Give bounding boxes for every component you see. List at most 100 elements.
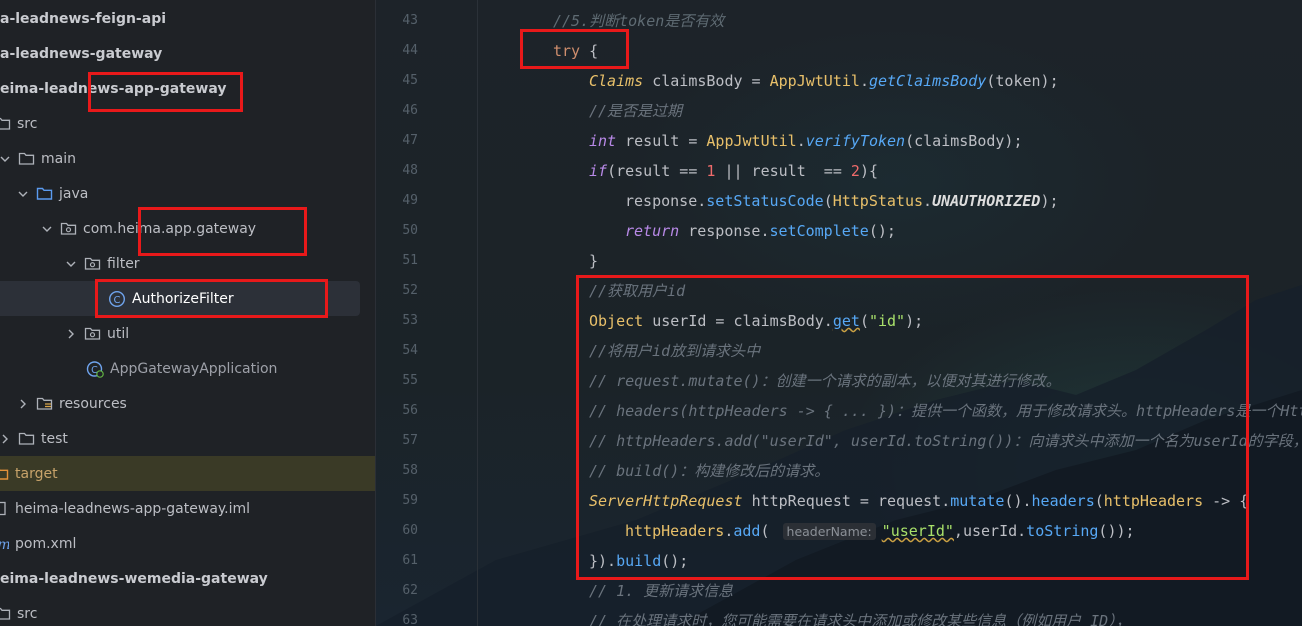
tree-item-package-gateway[interactable]: com.heima.app.gateway xyxy=(0,211,375,246)
spring-app-icon: C xyxy=(86,360,104,378)
tree-item-feign-api[interactable]: a-leadnews-feign-api xyxy=(0,1,375,36)
code-text: // headers(httpHeaders -> { ... })：提供一个函… xyxy=(589,396,1302,426)
code-token: ( xyxy=(823,192,833,210)
code-line[interactable]: 45 Claims claimsBody = AppJwtUtil.getClai… xyxy=(376,66,1302,96)
code-text: //将用户id放到请求头中 xyxy=(589,336,760,366)
code-token: toString xyxy=(1026,522,1099,540)
tree-item-label: a-leadnews-gateway xyxy=(0,45,163,62)
code-line[interactable]: 53 Object userId = claimsBody.get("id"); xyxy=(376,306,1302,336)
chevron-down-icon[interactable] xyxy=(40,222,54,236)
code-line[interactable]: 55 // request.mutate()：创建一个请求的副本，以便对其进行修改… xyxy=(376,366,1302,396)
line-number: 57 xyxy=(402,433,418,448)
folder-icon xyxy=(18,152,35,165)
code-text: //是否是过期 xyxy=(589,96,682,126)
code-token: AppJwtUtil xyxy=(706,132,797,150)
code-line[interactable]: 52 //获取用户id xyxy=(376,276,1302,306)
source-folder-icon xyxy=(36,187,53,200)
code-line[interactable]: 58 // build()：构建修改后的请求。 xyxy=(376,456,1302,486)
tree-item-app-gateway[interactable]: eima-leadnews-app-gateway xyxy=(0,71,375,106)
code-token: UNAUTHORIZED xyxy=(932,192,1041,210)
code-token: httpHeaders xyxy=(1103,492,1204,510)
chevron-down-icon[interactable] xyxy=(16,187,30,201)
code-text: // 1. 更新请求信息 xyxy=(589,576,733,606)
tree-item-label: target xyxy=(15,465,58,482)
code-line[interactable]: 57 // httpHeaders.add("userId", userId.to… xyxy=(376,426,1302,456)
resources-folder-icon xyxy=(36,397,53,410)
code-token: AppJwtUtil xyxy=(769,72,860,90)
tree-item-label: resources xyxy=(59,395,127,412)
code-text: try { xyxy=(553,36,598,66)
tree-item-authorize-filter[interactable]: C AuthorizeFilter xyxy=(0,281,360,316)
code-line[interactable]: 46 //是否是过期 xyxy=(376,96,1302,126)
code-text: httpHeaders.add( headerName: "userId",use… xyxy=(625,516,1135,547)
code-token: (result == xyxy=(607,162,707,180)
line-number: 52 xyxy=(402,283,418,298)
tree-item-gateway[interactable]: a-leadnews-gateway xyxy=(0,36,375,71)
code-token: int xyxy=(589,132,626,150)
code-token: // 1. 更新请求信息 xyxy=(589,582,734,600)
chevron-down-icon[interactable] xyxy=(0,152,12,166)
folder-icon xyxy=(18,432,35,445)
line-number: 60 xyxy=(402,523,418,538)
code-line[interactable]: 47 int result = AppJwtUtil.verifyToken(cl… xyxy=(376,126,1302,156)
tree-item-util[interactable]: util xyxy=(0,316,375,351)
code-text: // 在处理请求时，您可能需要在请求头中添加或修改某些信息（例如用户 ID）， xyxy=(589,606,1131,626)
code-text: ServerHttpRequest httpRequest = request.… xyxy=(589,486,1248,516)
tree-item-pom[interactable]: m pom.xml xyxy=(0,526,375,561)
code-line[interactable]: 54 //将用户id放到请求头中 xyxy=(376,336,1302,366)
tree-item-java[interactable]: java xyxy=(0,176,375,211)
project-tree-panel: a-leadnews-feign-api a-leadnews-gateway … xyxy=(0,0,376,626)
package-icon xyxy=(84,257,101,270)
tree-item-test[interactable]: test xyxy=(0,421,375,456)
code-line[interactable]: 59 ServerHttpRequest httpRequest = reques… xyxy=(376,486,1302,516)
chevron-right-icon[interactable] xyxy=(16,397,30,411)
chevron-right-icon[interactable] xyxy=(64,327,78,341)
line-number: 43 xyxy=(402,13,418,28)
svg-text:C: C xyxy=(114,295,121,306)
tree-item-wemedia-gateway[interactable]: eima-leadnews-wemedia-gateway xyxy=(0,561,375,596)
tree-item-label: test xyxy=(41,430,68,447)
code-token: build xyxy=(616,552,662,570)
svg-text:m: m xyxy=(0,537,9,551)
tree-item-iml-file[interactable]: heima-leadnews-app-gateway.iml xyxy=(0,491,375,526)
code-line[interactable]: 51} xyxy=(376,246,1302,276)
code-token: ){ xyxy=(859,162,878,180)
tree-item-app-gateway-application[interactable]: C AppGatewayApplication xyxy=(0,351,375,386)
code-line[interactable]: 49 response.setStatusCode(HttpStatus.UNAU… xyxy=(376,186,1302,216)
code-editor[interactable]: 43//5.判断token是否有效 44 try {45 Claims claimsB… xyxy=(376,0,1302,626)
code-line[interactable]: 43 //5.判断token是否有效 xyxy=(376,6,1302,36)
code-token: . xyxy=(923,192,933,210)
tree-item-label: filter xyxy=(107,255,140,272)
tree-item-filter[interactable]: filter xyxy=(0,246,375,281)
line-number: 50 xyxy=(402,223,418,238)
code-token: (); xyxy=(868,222,896,240)
code-token: (); xyxy=(661,552,689,570)
excluded-folder-icon xyxy=(0,469,9,480)
code-text: // request.mutate()：创建一个请求的副本，以便对其进行修改。 xyxy=(589,366,1061,396)
tree-item-resources[interactable]: resources xyxy=(0,386,375,421)
tree-item-src[interactable]: src xyxy=(0,596,375,626)
code-line[interactable]: 61}).build(); xyxy=(376,546,1302,576)
chevron-down-icon[interactable] xyxy=(64,257,78,271)
code-line[interactable]: 60 httpHeaders.add( headerName: "userId",u… xyxy=(376,516,1302,546)
code-text: response.setStatusCode(HttpStatus.UNAUTH… xyxy=(625,186,1059,216)
line-number: 48 xyxy=(402,163,418,178)
code-token: try xyxy=(553,42,590,60)
code-token: } xyxy=(589,252,599,270)
code-line[interactable]: 63 // 在处理请求时，您可能需要在请求头中添加或修改某些信息（例如用户 ID）… xyxy=(376,606,1302,626)
code-line[interactable]: 48 if(result == 1 || result == 2){ xyxy=(376,156,1302,186)
code-line[interactable]: 50 return response.setComplete(); xyxy=(376,216,1302,246)
code-token: add xyxy=(733,522,761,540)
chevron-right-icon[interactable] xyxy=(0,432,12,446)
code-line[interactable]: 62 // 1. 更新请求信息 xyxy=(376,576,1302,606)
code-line[interactable]: 44 try { xyxy=(376,36,1302,66)
tree-item-label: main xyxy=(41,150,76,167)
tree-item-main[interactable]: main xyxy=(0,141,375,176)
code-text: }).build(); xyxy=(589,546,688,576)
code-token: httpRequest = request. xyxy=(751,492,951,510)
line-number: 51 xyxy=(402,253,418,268)
line-number: 62 xyxy=(402,583,418,598)
tree-item-target[interactable]: target xyxy=(0,456,375,491)
code-line[interactable]: 56 // headers(httpHeaders -> { ... })：提供一… xyxy=(376,396,1302,426)
tree-item-src[interactable]: src xyxy=(0,106,375,141)
